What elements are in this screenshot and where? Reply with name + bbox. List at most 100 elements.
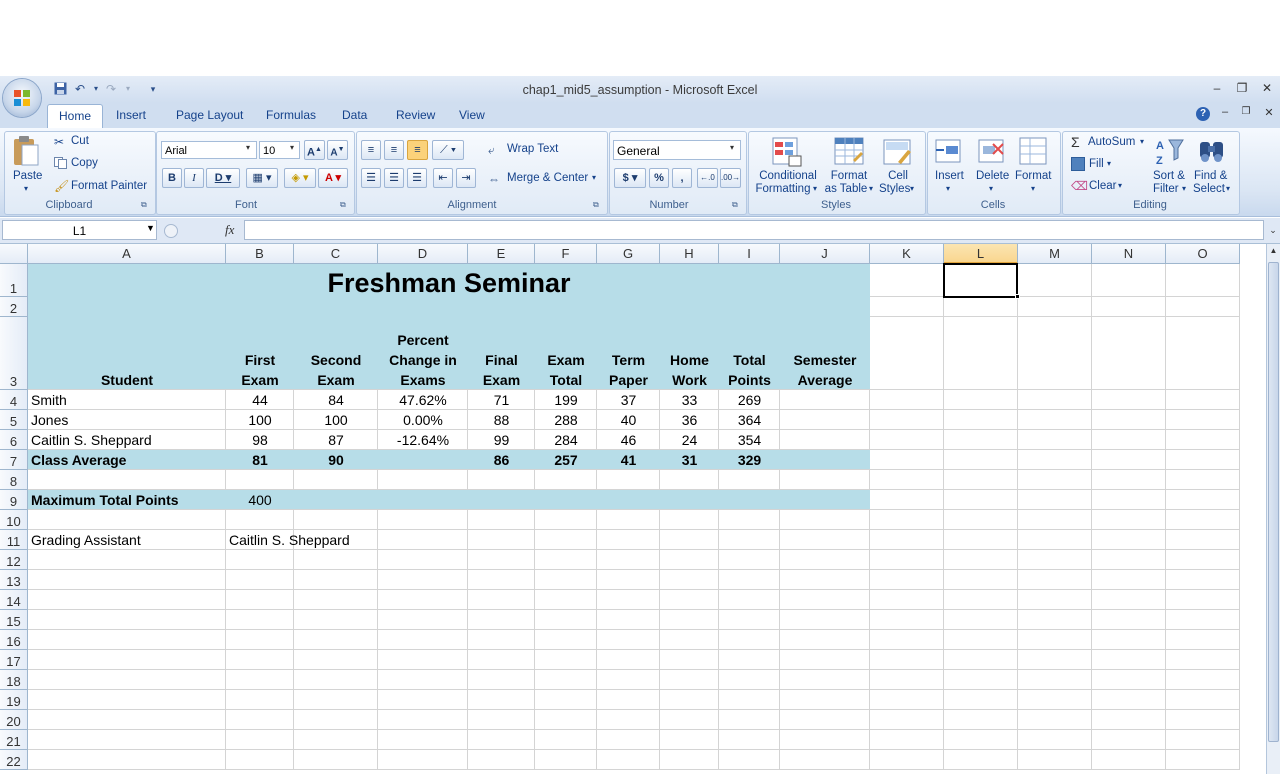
student-home[interactable]: 24 bbox=[660, 430, 719, 450]
tab-view[interactable]: View bbox=[459, 108, 485, 122]
cell[interactable] bbox=[1166, 750, 1240, 770]
autosum-icon[interactable]: Σ bbox=[1071, 134, 1080, 150]
format-cells-icon[interactable] bbox=[1018, 136, 1050, 168]
cell[interactable] bbox=[535, 630, 597, 650]
formula-expand-icon[interactable] bbox=[164, 224, 178, 238]
cell[interactable] bbox=[944, 750, 1018, 770]
cell[interactable] bbox=[597, 630, 660, 650]
number-format-select[interactable]: General bbox=[613, 140, 741, 160]
clear-dropdown-icon[interactable]: ▾ bbox=[1118, 181, 1122, 190]
student-term[interactable]: 46 bbox=[597, 430, 660, 450]
font-launcher-icon[interactable]: ⧉ bbox=[340, 200, 346, 210]
header-h[interactable]: Home Work bbox=[660, 317, 719, 390]
cell[interactable] bbox=[294, 670, 378, 690]
class-average-sem[interactable] bbox=[780, 450, 870, 470]
insert-cells-button[interactable]: Insert bbox=[935, 170, 964, 182]
cell[interactable] bbox=[944, 297, 1018, 317]
cell[interactable] bbox=[1092, 550, 1166, 570]
cut-icon[interactable]: ✂ bbox=[54, 135, 64, 149]
class-average-pct[interactable] bbox=[378, 450, 468, 470]
cell[interactable] bbox=[1166, 670, 1240, 690]
cell[interactable] bbox=[468, 690, 535, 710]
delete-cells-icon[interactable] bbox=[977, 136, 1009, 168]
cell[interactable] bbox=[1018, 690, 1092, 710]
cell[interactable] bbox=[660, 630, 719, 650]
cell[interactable] bbox=[1092, 390, 1166, 410]
student-first[interactable]: 98 bbox=[226, 430, 294, 450]
cell[interactable] bbox=[294, 750, 378, 770]
cell[interactable] bbox=[294, 650, 378, 670]
column-header-h[interactable]: H bbox=[660, 244, 719, 264]
cell[interactable] bbox=[1092, 630, 1166, 650]
font-name-input[interactable]: Arial bbox=[161, 141, 257, 159]
cell[interactable] bbox=[226, 510, 294, 530]
cell-styles-icon[interactable] bbox=[882, 136, 914, 168]
sort-filter-line1[interactable]: Sort & bbox=[1153, 170, 1185, 182]
cell[interactable] bbox=[294, 470, 378, 490]
student-sem[interactable] bbox=[780, 390, 870, 410]
cell[interactable] bbox=[28, 650, 226, 670]
column-header-e[interactable]: E bbox=[468, 244, 535, 264]
tab-page-layout[interactable]: Page Layout bbox=[176, 108, 243, 122]
cell[interactable] bbox=[870, 690, 944, 710]
cell[interactable] bbox=[468, 710, 535, 730]
align-left-icon[interactable]: ☰ bbox=[361, 168, 381, 188]
cell[interactable] bbox=[597, 470, 660, 490]
cell[interactable] bbox=[870, 750, 944, 770]
cell[interactable] bbox=[780, 570, 870, 590]
cell[interactable] bbox=[660, 590, 719, 610]
paste-dropdown-icon[interactable]: ▾ bbox=[24, 184, 28, 193]
fill-button[interactable]: Fill bbox=[1089, 158, 1104, 170]
student-pct[interactable]: -12.64% bbox=[378, 430, 468, 450]
student-first[interactable]: 44 bbox=[226, 390, 294, 410]
selected-cell-l1[interactable] bbox=[943, 263, 1018, 298]
student-name[interactable]: Smith bbox=[28, 390, 226, 410]
find-select-line2[interactable]: Select bbox=[1193, 183, 1225, 195]
header-c[interactable]: Second Exam bbox=[294, 317, 378, 390]
cell[interactable] bbox=[780, 590, 870, 610]
cell-styles-line2[interactable]: Styles bbox=[879, 183, 910, 195]
clear-button[interactable]: Clear bbox=[1089, 180, 1116, 192]
cell[interactable] bbox=[28, 670, 226, 690]
format-as-table-line1[interactable]: Format bbox=[829, 170, 869, 182]
cell[interactable] bbox=[944, 390, 1018, 410]
cell[interactable] bbox=[660, 530, 719, 550]
cell[interactable] bbox=[1018, 490, 1092, 510]
shrink-font-icon[interactable]: A▼ bbox=[327, 140, 348, 160]
student-term[interactable]: 37 bbox=[597, 390, 660, 410]
cell[interactable] bbox=[1092, 470, 1166, 490]
cell[interactable] bbox=[226, 750, 294, 770]
align-center-icon[interactable]: ☰ bbox=[384, 168, 404, 188]
cell[interactable] bbox=[1018, 550, 1092, 570]
cell[interactable] bbox=[1092, 750, 1166, 770]
copy-icon[interactable] bbox=[54, 157, 67, 169]
student-exam_total[interactable]: 199 bbox=[535, 390, 597, 410]
column-header-o[interactable]: O bbox=[1166, 244, 1240, 264]
max-points-value[interactable]: 400 bbox=[226, 490, 294, 510]
cell[interactable] bbox=[468, 670, 535, 690]
cell[interactable] bbox=[719, 690, 780, 710]
fill-color-icon[interactable]: ◈ ▾ bbox=[284, 168, 316, 188]
workbook-minimize-icon[interactable]: – bbox=[1217, 106, 1233, 118]
column-header-m[interactable]: M bbox=[1018, 244, 1092, 264]
class-average-home[interactable]: 31 bbox=[660, 450, 719, 470]
column-header-c[interactable]: C bbox=[294, 244, 378, 264]
cell[interactable] bbox=[719, 750, 780, 770]
fill-icon[interactable] bbox=[1071, 157, 1085, 171]
cell[interactable] bbox=[719, 550, 780, 570]
paste-icon[interactable] bbox=[10, 135, 42, 169]
cell[interactable] bbox=[870, 317, 944, 390]
cell[interactable] bbox=[226, 730, 294, 750]
find-select-dropdown-icon[interactable]: ▾ bbox=[1226, 184, 1230, 193]
cell[interactable] bbox=[1166, 630, 1240, 650]
name-box[interactable]: L1 bbox=[2, 220, 157, 240]
cell[interactable] bbox=[468, 530, 535, 550]
sort-filter-line2[interactable]: Filter bbox=[1153, 183, 1179, 195]
cell[interactable] bbox=[597, 570, 660, 590]
cell[interactable] bbox=[944, 430, 1018, 450]
cell[interactable] bbox=[1166, 317, 1240, 390]
cell[interactable] bbox=[1092, 690, 1166, 710]
name-box-dropdown-icon[interactable]: ▼ bbox=[146, 223, 155, 233]
cell[interactable] bbox=[780, 650, 870, 670]
cell[interactable] bbox=[597, 670, 660, 690]
